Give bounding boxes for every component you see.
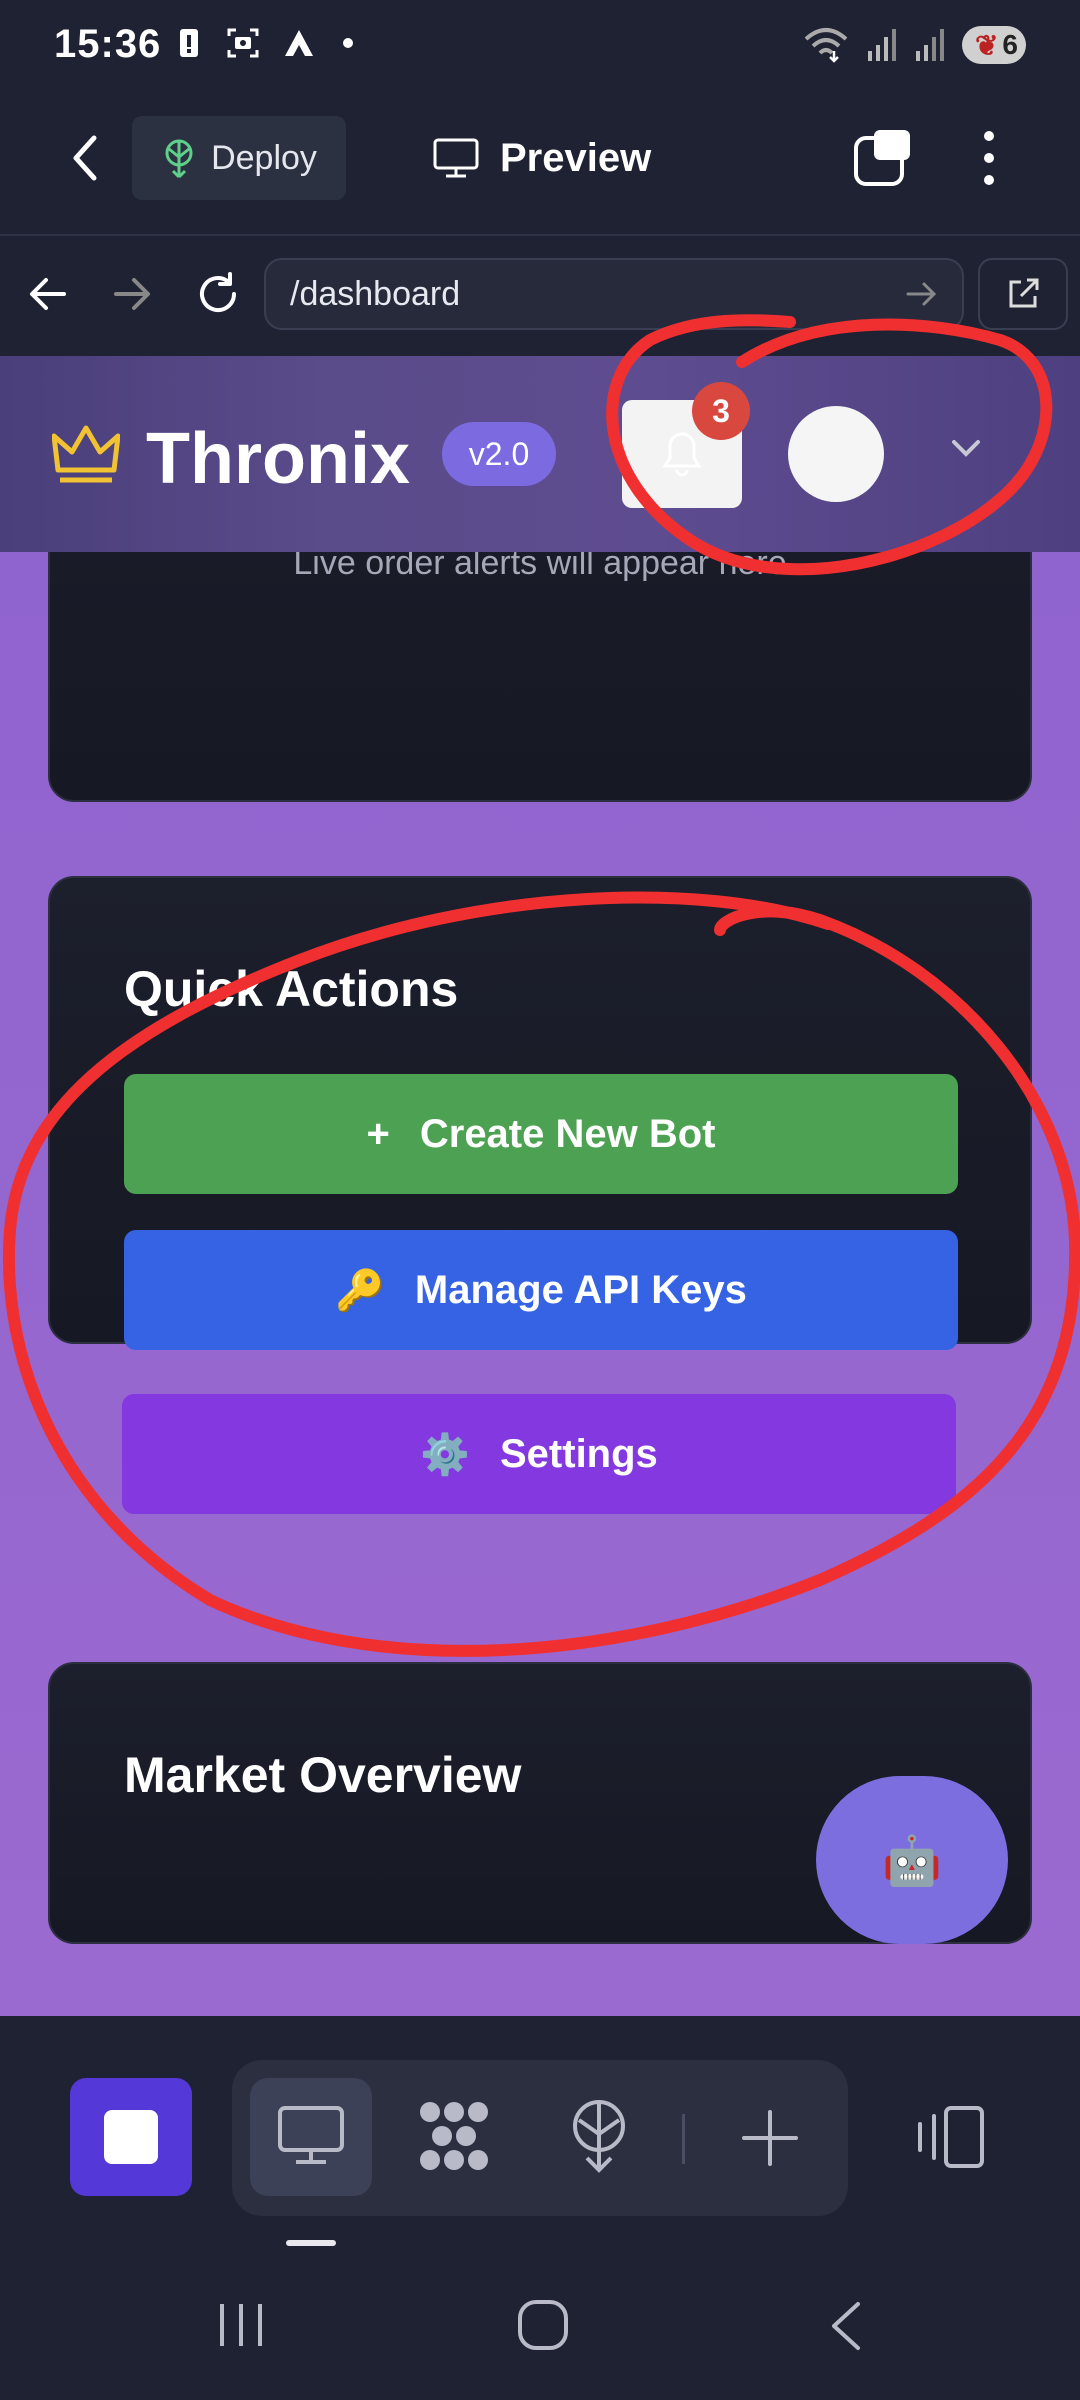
open-external-button[interactable] bbox=[978, 258, 1068, 330]
deploy-button[interactable]: Deploy bbox=[132, 116, 346, 200]
crown-icon bbox=[52, 425, 120, 483]
monitor-icon bbox=[278, 2106, 344, 2164]
status-bar: 15:36 ❦ 6 bbox=[0, 0, 1080, 100]
external-link-icon bbox=[1009, 278, 1039, 308]
notification-count-badge: 3 bbox=[692, 382, 750, 440]
robot-icon: 🤖 bbox=[882, 1834, 942, 1888]
deploy-icon[interactable] bbox=[566, 2098, 632, 2174]
battery-level: 6 bbox=[1002, 29, 1018, 60]
url-text: /dashboard bbox=[290, 274, 461, 313]
key-icon: 🔑 bbox=[335, 1268, 385, 1313]
site-header: Thronix v2.0 3 bbox=[0, 356, 1080, 552]
quick-actions-title: Quick Actions bbox=[124, 961, 459, 1017]
signal-icon-2 bbox=[916, 29, 944, 61]
manage-api-keys-label: Manage API Keys bbox=[414, 1267, 747, 1312]
settings-label: Settings bbox=[500, 1431, 658, 1476]
settings-button[interactable]: ⚙️ Settings bbox=[122, 1394, 956, 1514]
version-badge: v2.0 bbox=[442, 422, 556, 486]
assistant-bot-button[interactable]: 🤖 bbox=[816, 1776, 1008, 1944]
power-saving-icon: ❦ bbox=[974, 29, 999, 61]
browser-forward-icon[interactable] bbox=[112, 272, 152, 316]
back-icon[interactable] bbox=[66, 130, 106, 186]
deploy-icon bbox=[165, 139, 193, 179]
app-logo-icon bbox=[285, 30, 313, 56]
deploy-label: Deploy bbox=[211, 138, 317, 177]
device-layout-icon[interactable] bbox=[912, 2102, 988, 2172]
user-avatar[interactable] bbox=[788, 406, 884, 502]
battery-alert-icon bbox=[180, 29, 198, 57]
create-new-bot-button[interactable]: + Create New Bot bbox=[124, 1074, 958, 1194]
toolbar-divider bbox=[682, 2114, 685, 2164]
screenshot-icon bbox=[227, 28, 259, 58]
more-options-icon[interactable] bbox=[974, 126, 1004, 190]
battery-indicator: ❦ 6 bbox=[962, 26, 1026, 64]
preview-tab[interactable]: Preview bbox=[432, 116, 651, 200]
reload-icon[interactable] bbox=[194, 270, 242, 318]
signal-icon bbox=[868, 29, 896, 61]
go-arrow-icon[interactable] bbox=[906, 280, 938, 308]
gear-icon: ⚙️ bbox=[420, 1432, 470, 1477]
system-back-icon[interactable] bbox=[826, 2300, 866, 2352]
market-overview-title: Market Overview bbox=[124, 1747, 522, 1803]
chevron-down-icon[interactable] bbox=[948, 436, 984, 460]
monitor-icon bbox=[433, 138, 479, 178]
wifi-icon bbox=[804, 28, 848, 63]
quick-actions-card: Quick Actions + Create New Bot 🔑 Manage … bbox=[48, 876, 1032, 1350]
browser-back-icon[interactable] bbox=[28, 272, 68, 316]
preview-label: Preview bbox=[500, 135, 652, 180]
dot-icon bbox=[343, 38, 353, 48]
create-new-bot-label: Create New Bot bbox=[419, 1111, 716, 1156]
status-notification-icons bbox=[174, 26, 358, 60]
status-time: 15:36 bbox=[54, 22, 162, 66]
tabs-icon[interactable] bbox=[852, 126, 916, 190]
web-page-viewport: Live order alerts will appear here Quick… bbox=[0, 356, 1080, 2016]
bell-icon bbox=[662, 432, 702, 477]
stop-button[interactable] bbox=[70, 2078, 192, 2196]
brand-title[interactable]: Thronix bbox=[146, 418, 410, 500]
url-input[interactable]: /dashboard bbox=[264, 258, 964, 330]
integrations-icon[interactable] bbox=[416, 2098, 492, 2174]
manage-api-keys-button[interactable]: 🔑 Manage API Keys bbox=[124, 1230, 958, 1350]
add-icon[interactable] bbox=[740, 2108, 800, 2168]
plus-icon: + bbox=[366, 1111, 390, 1156]
home-icon[interactable] bbox=[516, 2298, 570, 2352]
stop-icon bbox=[104, 2110, 158, 2164]
recent-apps-icon[interactable] bbox=[216, 2302, 266, 2348]
status-system-icons: ❦ 6 bbox=[804, 26, 1026, 64]
